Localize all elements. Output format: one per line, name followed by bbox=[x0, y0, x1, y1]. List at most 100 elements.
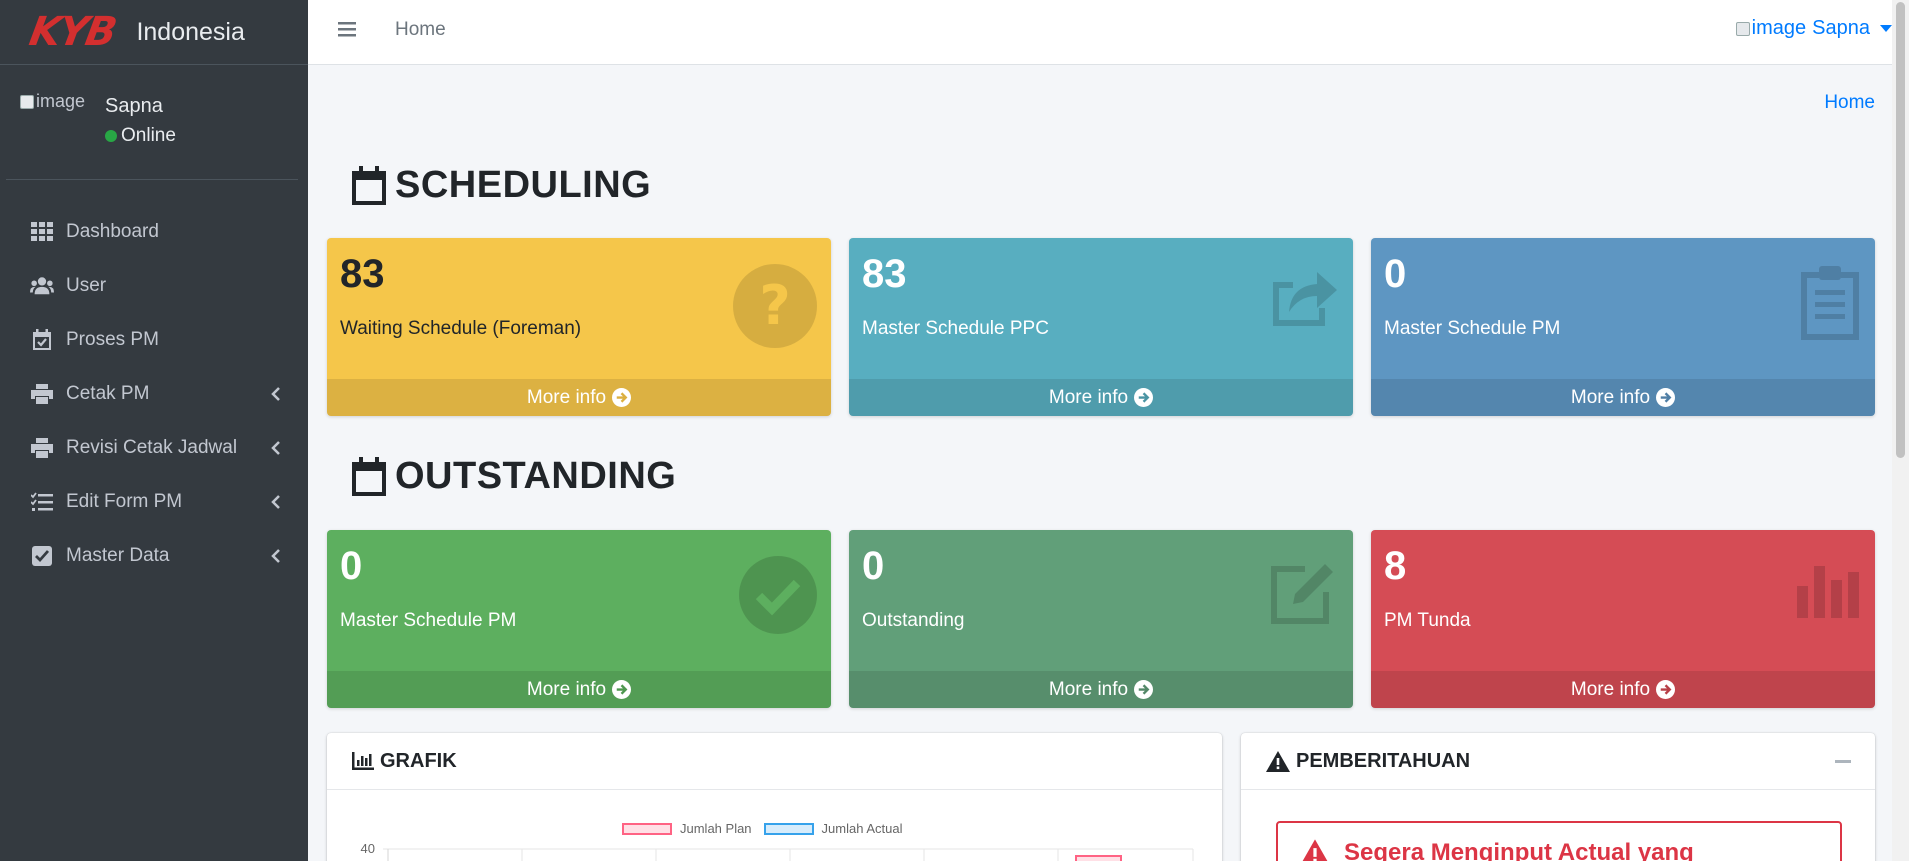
info-box-master-schedule-pm: 0 Master Schedule PM More info bbox=[1371, 238, 1875, 416]
svg-text:?: ? bbox=[759, 274, 790, 337]
more-info-link[interactable]: More info bbox=[327, 671, 831, 708]
arrow-circle-right-icon bbox=[1656, 388, 1676, 407]
arrow-circle-right-icon bbox=[1134, 388, 1154, 407]
section-title-outstanding: OUTSTANDING bbox=[351, 455, 676, 498]
info-box-label: Master Schedule PPC bbox=[862, 318, 1049, 339]
edit-icon bbox=[1269, 556, 1339, 631]
more-info-label: More info bbox=[1570, 386, 1651, 408]
brand-logo: KYB bbox=[25, 9, 119, 55]
user-image-alt: image bbox=[1751, 17, 1807, 39]
top-navbar: Home image Sapna bbox=[308, 0, 1892, 65]
brand-link[interactable]: KYB Indonesia bbox=[0, 0, 308, 65]
pemberitahuan-card: PEMBERITAHUAN Segera Menginput Actual ya… bbox=[1241, 733, 1875, 861]
printer-icon bbox=[30, 436, 54, 460]
notification-alert-text: Segera Menginput Actual yang bbox=[1344, 839, 1694, 861]
info-box-outstanding: 0 Outstanding More info bbox=[849, 530, 1353, 708]
info-box-label: Waiting Schedule (Foreman) bbox=[340, 318, 582, 339]
sidebar-item-user[interactable]: User bbox=[0, 259, 308, 313]
sidebar-item-label: Proses PM bbox=[66, 329, 159, 350]
user-name[interactable]: Sapna bbox=[105, 95, 163, 118]
sidebar-item-label: Dashboard bbox=[66, 221, 159, 242]
user-menu-dropdown[interactable]: image Sapna bbox=[1735, 17, 1892, 40]
grafik-card-header: GRAFIK bbox=[327, 733, 1222, 790]
section-title-text: OUTSTANDING bbox=[395, 455, 677, 497]
info-box-master-schedule-ppc: 83 Master Schedule PPC More info bbox=[849, 238, 1353, 416]
more-info-label: More info bbox=[1048, 386, 1129, 408]
arrow-circle-right-icon bbox=[1656, 680, 1676, 699]
sidebar-nav: Dashboard User Proses PM Cetak PM Revisi… bbox=[0, 205, 308, 583]
share-icon bbox=[1269, 264, 1339, 333]
info-box-value: 8 bbox=[1384, 544, 1407, 588]
arrow-circle-right-icon bbox=[1134, 680, 1154, 699]
users-icon bbox=[30, 274, 54, 298]
sidebar: KYB Indonesia image Sapna Online Dashboa… bbox=[0, 0, 308, 861]
sidebar-item-label: Edit Form PM bbox=[66, 491, 183, 512]
scrollbar-thumb[interactable] bbox=[1896, 2, 1905, 458]
page-scrollbar[interactable] bbox=[1892, 0, 1909, 861]
arrow-circle-right-icon bbox=[612, 388, 632, 407]
info-box-value: 0 bbox=[340, 544, 363, 588]
info-box-value: 83 bbox=[340, 252, 385, 296]
calendar-icon bbox=[352, 165, 386, 205]
info-box-label: Master Schedule PM bbox=[1384, 318, 1561, 339]
user-avatar: image bbox=[20, 91, 85, 112]
more-info-link[interactable]: More info bbox=[1371, 379, 1875, 416]
caret-down-icon bbox=[1880, 25, 1892, 32]
arrow-circle-right-icon bbox=[612, 680, 632, 699]
user-status: Online bbox=[105, 125, 176, 147]
info-box-label: Outstanding bbox=[862, 610, 965, 631]
collapse-minus-icon[interactable] bbox=[1835, 760, 1851, 763]
info-box-label: Master Schedule PM bbox=[340, 610, 517, 631]
bar-chart-icon bbox=[1797, 556, 1861, 623]
bar-chart: 40 bbox=[361, 841, 1194, 861]
check-circle-icon bbox=[739, 556, 817, 639]
info-box-value: 0 bbox=[862, 544, 885, 588]
more-info-link[interactable]: More info bbox=[849, 379, 1353, 416]
info-box-waiting-schedule: 83 Waiting Schedule (Foreman) ? More inf… bbox=[327, 238, 831, 416]
pemberitahuan-title: PEMBERITAHUAN bbox=[1296, 749, 1471, 772]
chevron-left-icon bbox=[271, 385, 280, 407]
info-box-master-schedule-pm-outstanding: 0 Master Schedule PM More info bbox=[327, 530, 831, 708]
clipboard-icon bbox=[1799, 264, 1861, 345]
sidebar-item-master-data[interactable]: Master Data bbox=[0, 529, 308, 583]
section-title-text: SCHEDULING bbox=[395, 164, 652, 206]
more-info-link[interactable]: More info bbox=[849, 671, 1353, 708]
chevron-left-icon bbox=[271, 439, 280, 461]
sidebar-item-edit-form-pm[interactable]: Edit Form PM bbox=[0, 475, 308, 529]
nav-home-link[interactable]: Home bbox=[395, 19, 446, 41]
info-box-label: PM Tunda bbox=[1384, 610, 1471, 631]
more-info-label: More info bbox=[1570, 678, 1651, 700]
sidebar-item-proses-pm[interactable]: Proses PM bbox=[0, 313, 308, 367]
calendar-check-icon bbox=[30, 328, 54, 352]
user-panel: image Sapna Online bbox=[6, 65, 298, 180]
sidebar-item-label: Revisi Cetak Jadwal bbox=[66, 437, 238, 458]
broken-image-icon bbox=[1735, 21, 1750, 36]
sidebar-item-revisi-cetak-jadwal[interactable]: Revisi Cetak Jadwal bbox=[0, 421, 308, 475]
list-check-icon bbox=[30, 490, 54, 514]
more-info-link[interactable]: More info bbox=[1371, 671, 1875, 708]
hamburger-menu-icon[interactable] bbox=[338, 21, 356, 42]
more-info-link[interactable]: More info bbox=[327, 379, 831, 416]
more-info-label: More info bbox=[1048, 678, 1129, 700]
more-info-label: More info bbox=[526, 678, 607, 700]
pemberitahuan-card-header: PEMBERITAHUAN bbox=[1241, 733, 1875, 790]
broken-image-icon bbox=[20, 94, 34, 109]
sidebar-item-cetak-pm[interactable]: Cetak PM bbox=[0, 367, 308, 421]
warning-triangle-icon bbox=[1302, 839, 1328, 861]
info-box-value: 0 bbox=[1384, 252, 1407, 296]
warning-triangle-icon bbox=[1266, 750, 1290, 772]
y-tick-label: 40 bbox=[361, 841, 375, 856]
info-box-pm-tunda: 8 PM Tunda More info bbox=[1371, 530, 1875, 708]
notification-alert: Segera Menginput Actual yang bbox=[1276, 821, 1842, 861]
sidebar-item-dashboard[interactable]: Dashboard bbox=[0, 205, 308, 259]
printer-icon bbox=[30, 382, 54, 406]
info-box-value: 83 bbox=[862, 252, 907, 296]
chart-bar-icon bbox=[352, 752, 374, 770]
breadcrumb-home[interactable]: Home bbox=[1824, 92, 1875, 114]
grafik-title: GRAFIK bbox=[380, 749, 457, 772]
user-avatar-alt: image bbox=[36, 91, 86, 111]
sidebar-item-label: Cetak PM bbox=[66, 383, 150, 404]
brand-name: Indonesia bbox=[136, 17, 245, 46]
online-dot-icon bbox=[105, 130, 117, 142]
section-title-scheduling: SCHEDULING bbox=[351, 164, 651, 207]
